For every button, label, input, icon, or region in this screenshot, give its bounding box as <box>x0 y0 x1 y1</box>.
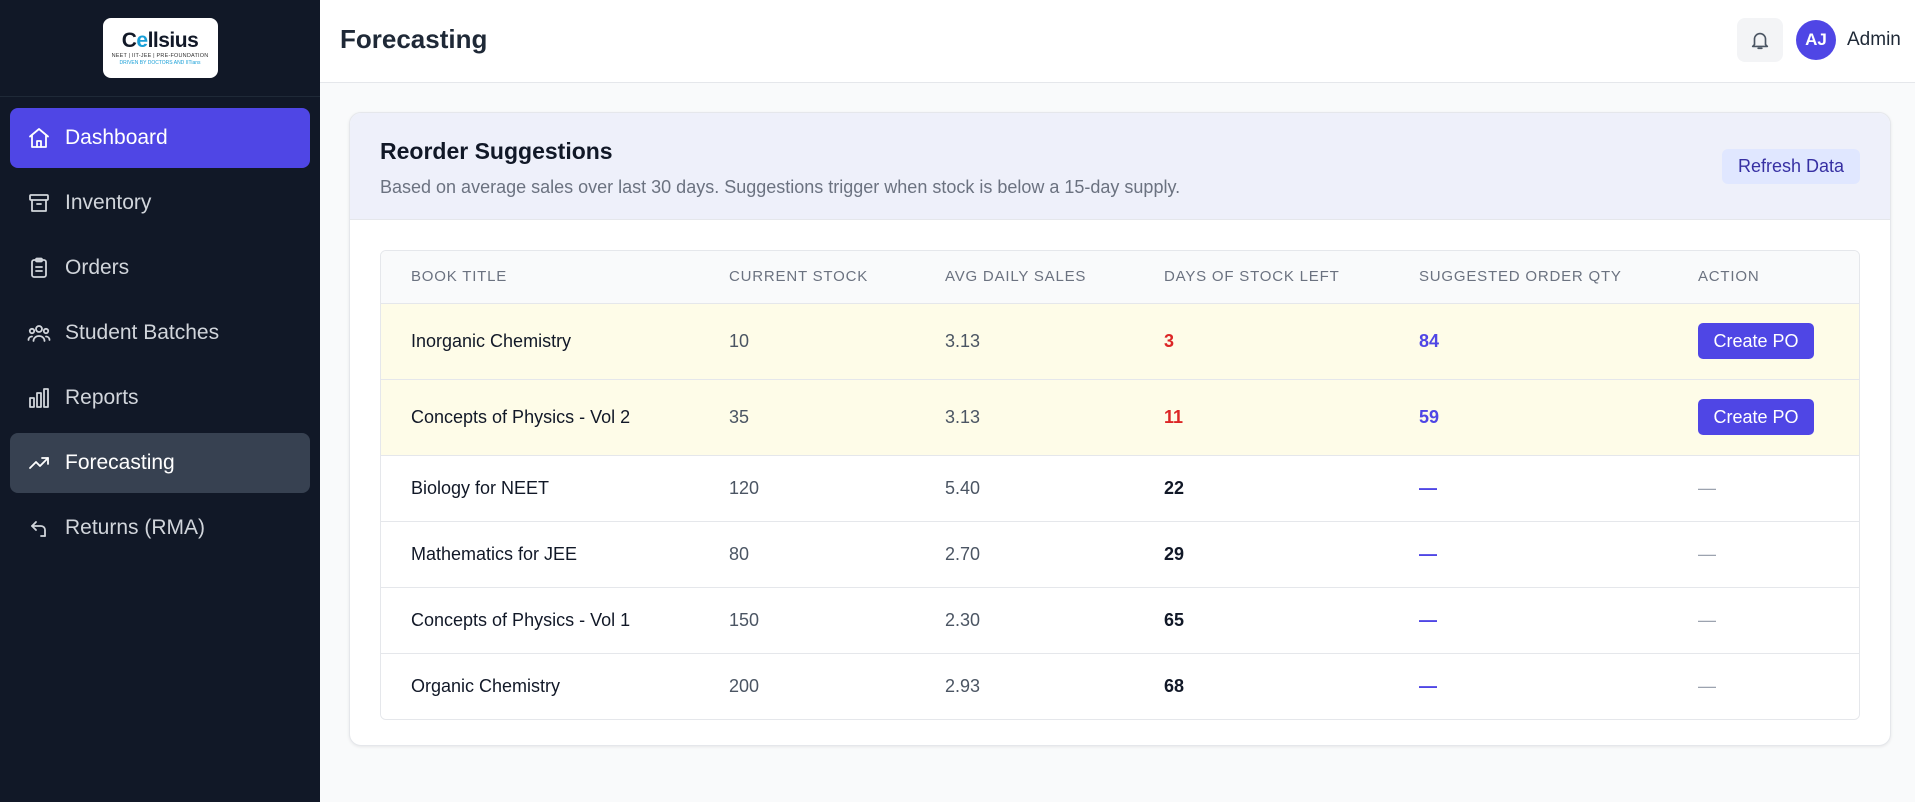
sidebar-item-label: Orders <box>65 256 130 279</box>
cell-current-stock: 120 <box>699 454 915 521</box>
cell-action: Create PO <box>1668 378 1859 455</box>
bar-chart-icon <box>29 388 49 408</box>
create-po-button[interactable]: Create PO <box>1698 399 1814 435</box>
cell-days-left: 22 <box>1134 454 1389 521</box>
cell-current-stock: 35 <box>699 378 915 455</box>
table-row: Biology for NEET 120 5.40 22 — — <box>381 454 1859 521</box>
brand-logo[interactable]: Cellsius NEET | IIT-JEE | PRE-FOUNDATION… <box>102 18 218 78</box>
cell-suggested-qty: — <box>1389 454 1668 521</box>
column-header-avg-daily-sales[interactable]: AVG DAILY SALES <box>915 251 1134 303</box>
cell-book-title: Inorganic Chemistry <box>381 302 699 379</box>
cell-book-title: Biology for NEET <box>381 454 699 521</box>
user-name[interactable]: Admin <box>1847 29 1901 51</box>
cell-current-stock: 200 <box>699 652 915 719</box>
reorder-suggestions-card: Reorder Suggestions Based on average sal… <box>349 112 1891 746</box>
home-icon <box>29 128 49 148</box>
cell-days-left: 65 <box>1134 586 1389 653</box>
sidebar-item-returns[interactable]: Returns (RMA) <box>10 498 310 558</box>
sidebar: Cellsius NEET | IIT-JEE | PRE-FOUNDATION… <box>0 0 320 802</box>
sidebar-item-student-batches[interactable]: Student Batches <box>10 303 310 363</box>
column-header-days-of-stock-left[interactable]: DAYS OF STOCK LEFT <box>1134 251 1389 303</box>
cell-avg-daily-sales: 2.30 <box>915 586 1134 653</box>
table-row: Organic Chemistry 200 2.93 68 — — <box>381 652 1859 719</box>
cell-current-stock: 10 <box>699 302 915 379</box>
cell-suggested-qty: — <box>1389 520 1668 587</box>
sidebar-nav: Dashboard Inventory Orders Student Batch… <box>10 108 310 563</box>
sidebar-item-inventory[interactable]: Inventory <box>10 173 310 233</box>
cell-action: — <box>1668 652 1859 719</box>
avatar[interactable]: AJ <box>1796 20 1836 60</box>
sidebar-item-orders[interactable]: Orders <box>10 238 310 298</box>
cell-action: — <box>1668 586 1859 653</box>
archive-icon <box>29 194 49 212</box>
cell-book-title: Mathematics for JEE <box>381 520 699 587</box>
sidebar-item-label: Forecasting <box>65 451 175 474</box>
cell-current-stock: 150 <box>699 586 915 653</box>
table-header-row: BOOK TITLE CURRENT STOCK AVG DAILY SALES… <box>381 251 1859 303</box>
cell-avg-daily-sales: 2.70 <box>915 520 1134 587</box>
cell-action: Create PO <box>1668 302 1859 379</box>
card-subtitle: Based on average sales over last 30 days… <box>380 177 1181 197</box>
sidebar-item-forecasting[interactable]: Forecasting <box>10 433 310 493</box>
sidebar-item-label: Inventory <box>65 191 152 214</box>
users-icon <box>27 325 51 342</box>
sidebar-item-label: Student Batches <box>65 321 220 344</box>
cell-days-left: 3 <box>1134 302 1389 379</box>
sidebar-item-reports[interactable]: Reports <box>10 368 310 428</box>
sidebar-item-label: Reports <box>65 386 139 409</box>
table-row: Mathematics for JEE 80 2.70 29 — — <box>381 520 1859 587</box>
bell-icon <box>1751 32 1769 50</box>
trending-up-icon <box>29 457 49 469</box>
top-header: Forecasting AJ Admin <box>320 0 1915 83</box>
return-icon <box>31 521 46 537</box>
page-title: Forecasting <box>340 24 488 54</box>
cell-suggested-qty: — <box>1389 652 1668 719</box>
cell-days-left: 11 <box>1134 378 1389 455</box>
column-header-action: ACTION <box>1668 251 1859 303</box>
column-header-book-title[interactable]: BOOK TITLE <box>381 251 699 303</box>
cell-action: — <box>1668 520 1859 587</box>
cell-suggested-qty: 84 <box>1389 302 1668 379</box>
column-header-suggested-order-qty[interactable]: SUGGESTED ORDER QTY <box>1389 251 1668 303</box>
cell-suggested-qty: — <box>1389 586 1668 653</box>
cell-days-left: 68 <box>1134 652 1389 719</box>
cell-avg-daily-sales: 5.40 <box>915 454 1134 521</box>
card-header: Reorder Suggestions Based on average sal… <box>350 113 1890 220</box>
card-title: Reorder Suggestions <box>380 138 613 164</box>
cell-book-title: Concepts of Physics - Vol 2 <box>381 378 699 455</box>
create-po-button[interactable]: Create PO <box>1698 323 1814 359</box>
table-row: Concepts of Physics - Vol 1 150 2.30 65 … <box>381 586 1859 653</box>
clipboard-icon <box>31 257 47 278</box>
cell-suggested-qty: 59 <box>1389 378 1668 455</box>
table-row: Inorganic Chemistry 10 3.13 3 84 Create … <box>381 302 1859 379</box>
sidebar-item-dashboard[interactable]: Dashboard <box>10 108 310 168</box>
cell-current-stock: 80 <box>699 520 915 587</box>
cell-avg-daily-sales: 3.13 <box>915 378 1134 455</box>
sidebar-item-label: Returns (RMA) <box>65 516 206 539</box>
table-row: Concepts of Physics - Vol 2 35 3.13 11 5… <box>381 378 1859 455</box>
sidebar-item-label: Dashboard <box>65 126 168 149</box>
cell-avg-daily-sales: 3.13 <box>915 302 1134 379</box>
reorder-table: BOOK TITLE CURRENT STOCK AVG DAILY SALES… <box>380 250 1860 720</box>
logo-area: Cellsius NEET | IIT-JEE | PRE-FOUNDATION… <box>0 0 320 97</box>
cell-action: — <box>1668 454 1859 521</box>
cell-book-title: Concepts of Physics - Vol 1 <box>381 586 699 653</box>
column-header-current-stock[interactable]: CURRENT STOCK <box>699 251 915 303</box>
cell-days-left: 29 <box>1134 520 1389 587</box>
cell-avg-daily-sales: 2.93 <box>915 652 1134 719</box>
cell-book-title: Organic Chemistry <box>381 652 699 719</box>
refresh-data-button[interactable]: Refresh Data <box>1722 149 1860 184</box>
notifications-button[interactable] <box>1737 18 1783 62</box>
